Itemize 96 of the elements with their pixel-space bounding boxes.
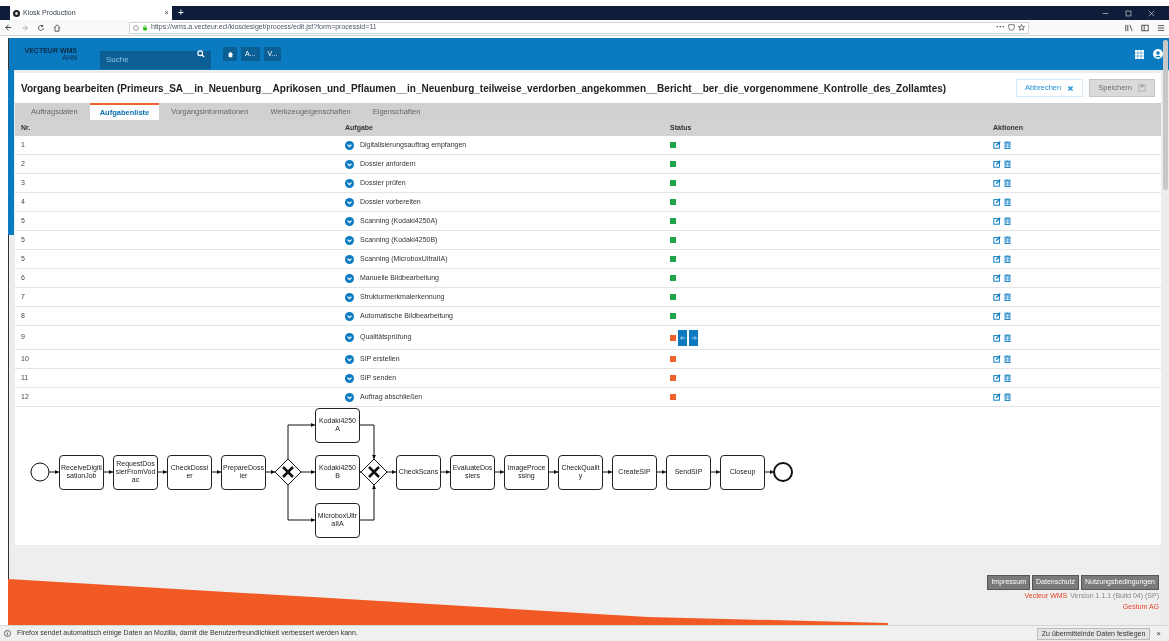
page-actions-button[interactable]: ··· xyxy=(996,23,1005,32)
delete-icon[interactable] xyxy=(1004,217,1011,225)
sidebar-icon[interactable] xyxy=(1141,23,1149,32)
lock-icon xyxy=(142,24,148,31)
edit-icon[interactable] xyxy=(993,312,1001,320)
expand-icon[interactable] xyxy=(345,392,354,402)
menu-icon[interactable] xyxy=(1157,23,1165,32)
edit-icon[interactable] xyxy=(993,217,1001,225)
flow-arrow xyxy=(359,484,376,521)
search-field[interactable]: Suche xyxy=(100,50,211,69)
delete-icon[interactable] xyxy=(1004,393,1011,401)
info-icon xyxy=(133,24,139,31)
delete-icon[interactable] xyxy=(1004,312,1011,320)
edit-icon[interactable] xyxy=(993,141,1001,149)
flow-arrow xyxy=(48,470,60,474)
expand-icon[interactable] xyxy=(345,311,354,321)
delete-icon[interactable] xyxy=(1004,198,1011,206)
site-icon xyxy=(13,9,20,17)
flow-arrow xyxy=(548,470,559,474)
delete-icon[interactable] xyxy=(1004,160,1011,168)
delete-icon[interactable] xyxy=(1004,141,1011,149)
flow-arrow xyxy=(300,470,316,474)
bookmark-star-icon[interactable] xyxy=(1018,24,1025,31)
reload-icon[interactable] xyxy=(37,23,45,32)
delete-icon[interactable] xyxy=(1004,274,1011,282)
close-tab-button[interactable]: × xyxy=(164,9,169,17)
page-title: Vorgang bearbeiten (Primeurs_SA__in_Neuenburg__Aprikosen_und_Pflaumen__in_Neuenburg_teilweise_verdorben_angekommen__Bericht__ber_die_vorgenommene_Kontrolle_des_Zollamtes) xyxy=(21,81,947,96)
expand-icon[interactable] xyxy=(345,159,354,169)
expand-icon[interactable] xyxy=(345,235,354,245)
flow-arrow xyxy=(211,470,222,474)
flow-arrow xyxy=(287,484,316,522)
info-icon xyxy=(4,630,11,637)
edit-icon[interactable] xyxy=(993,255,1001,263)
edit-icon[interactable] xyxy=(993,274,1001,282)
pocket-icon[interactable] xyxy=(1008,24,1015,31)
expand-icon[interactable] xyxy=(345,216,354,226)
flow-arrow xyxy=(386,470,397,474)
expand-icon[interactable] xyxy=(345,140,354,150)
flow-arrow xyxy=(265,470,276,474)
search-icon xyxy=(197,50,205,58)
close-icon xyxy=(1067,84,1075,92)
flow-arrow xyxy=(440,470,451,474)
expand-icon[interactable] xyxy=(345,197,354,207)
expand-icon[interactable] xyxy=(345,292,354,302)
exclusive-gateway xyxy=(274,458,302,486)
expand-icon[interactable] xyxy=(345,178,354,188)
step-forward-button[interactable] xyxy=(689,329,698,346)
flow-arrow xyxy=(157,470,168,474)
delete-icon[interactable] xyxy=(1004,293,1011,301)
edit-icon[interactable] xyxy=(993,374,1001,382)
arrow-right-icon xyxy=(690,334,697,341)
delete-icon[interactable] xyxy=(1004,374,1011,382)
edit-icon[interactable] xyxy=(993,293,1001,301)
edit-icon[interactable] xyxy=(993,236,1001,244)
flow-arrow xyxy=(764,470,775,474)
flow-arrow xyxy=(359,424,376,460)
new-tab-button[interactable]: + xyxy=(172,8,190,18)
expand-icon[interactable] xyxy=(345,373,354,383)
apps-grid-icon[interactable] xyxy=(1135,49,1144,59)
delete-icon[interactable] xyxy=(1004,355,1011,363)
close-button[interactable]: × xyxy=(1156,629,1161,638)
flow-arrow xyxy=(357,470,362,474)
flow-arrow xyxy=(494,470,505,474)
edit-icon[interactable] xyxy=(993,160,1001,168)
flow-arrow xyxy=(103,470,114,474)
home-button[interactable] xyxy=(223,47,237,61)
home-icon[interactable] xyxy=(53,23,61,32)
exclusive-gateway xyxy=(360,458,388,486)
flow-arrow xyxy=(287,423,316,460)
delete-icon[interactable] xyxy=(1004,236,1011,244)
delete-icon[interactable] xyxy=(1004,333,1011,342)
back-icon[interactable] xyxy=(4,23,13,32)
expand-icon[interactable] xyxy=(345,273,354,283)
edit-icon[interactable] xyxy=(993,333,1001,342)
flow-arrow xyxy=(710,470,721,474)
save-icon xyxy=(1138,84,1146,92)
end-event xyxy=(773,462,793,482)
delete-icon[interactable] xyxy=(1004,179,1011,187)
flow-arrow xyxy=(656,470,667,474)
expand-icon[interactable] xyxy=(345,333,354,342)
maximize-icon[interactable] xyxy=(1125,9,1132,17)
arrow-left-icon xyxy=(679,334,686,341)
user-icon[interactable] xyxy=(1153,49,1163,59)
flow-arrow xyxy=(602,470,613,474)
edit-icon[interactable] xyxy=(993,179,1001,187)
library-icon[interactable] xyxy=(1125,23,1133,32)
step-back-button[interactable] xyxy=(678,329,687,346)
expand-icon[interactable] xyxy=(345,254,354,264)
edit-icon[interactable] xyxy=(993,355,1001,363)
edit-icon[interactable] xyxy=(993,198,1001,206)
close-icon[interactable] xyxy=(1148,9,1155,17)
edit-icon[interactable] xyxy=(993,393,1001,401)
home-icon xyxy=(226,50,234,58)
expand-icon[interactable] xyxy=(345,354,354,364)
start-event xyxy=(30,462,50,482)
delete-icon[interactable] xyxy=(1004,255,1011,263)
